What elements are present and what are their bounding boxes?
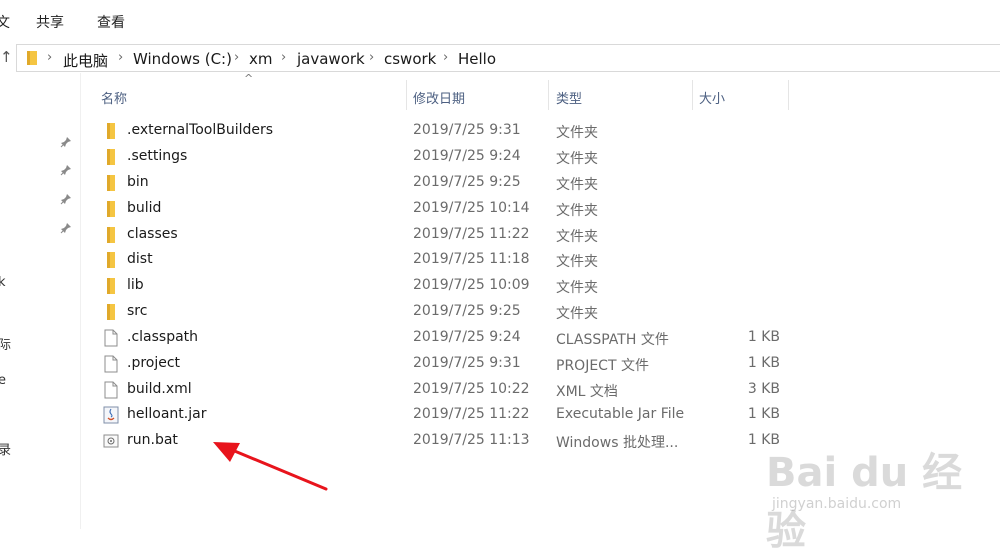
watermark-url: jingyan.baidu.com: [772, 496, 902, 512]
breadcrumb-hello[interactable]: Hello: [458, 50, 496, 68]
folder-icon: [107, 149, 115, 165]
bat-icon: [103, 434, 119, 448]
file-row[interactable]: src 2019/7/25 9:25 文件夹: [96, 299, 796, 325]
file-icon: [104, 381, 118, 399]
folder-icon: [27, 51, 37, 65]
folder-icon: [107, 175, 115, 191]
breadcrumb-this-pc[interactable]: 此电脑: [63, 50, 108, 71]
folder-icon: [107, 278, 115, 294]
chevron-right-icon[interactable]: ›: [443, 50, 448, 65]
baidu-watermark: Bai du 经验 jingyan.baidu.com: [766, 440, 996, 554]
folder-icon: [107, 123, 115, 139]
pin-icon[interactable]: [60, 193, 72, 205]
column-header-name[interactable]: 名称: [96, 82, 406, 110]
pin-icon[interactable]: [60, 136, 72, 148]
chevron-right-icon[interactable]: ›: [234, 50, 239, 65]
file-row[interactable]: run.bat 2019/7/25 11:13 Windows 批处理... 1…: [96, 428, 796, 454]
nav-item-fragment[interactable]: k: [0, 275, 6, 290]
file-row[interactable]: .settings 2019/7/25 9:24 文件夹: [96, 144, 796, 170]
chevron-right-icon[interactable]: ›: [281, 50, 286, 65]
folder-icon: [107, 252, 115, 268]
file-row[interactable]: bulid 2019/7/25 10:14 文件夹: [96, 196, 796, 222]
file-icon: [104, 355, 118, 373]
ribbon: 文 共享 查看: [0, 0, 1000, 43]
file-row[interactable]: helloant.jar 2019/7/25 11:22 Executable …: [96, 402, 796, 428]
file-row[interactable]: .externalToolBuilders 2019/7/25 9:31 文件夹: [96, 118, 796, 144]
column-header-size[interactable]: 大小: [692, 82, 788, 110]
navigation-pane: k 际 e 录: [0, 73, 81, 529]
tab-share[interactable]: 共享: [36, 12, 64, 32]
pin-icon[interactable]: [60, 222, 72, 234]
file-row[interactable]: classes 2019/7/25 11:22 文件夹: [96, 222, 796, 248]
breadcrumb-cswork[interactable]: cswork: [384, 50, 436, 68]
chevron-right-icon[interactable]: ›: [118, 50, 123, 65]
file-row[interactable]: build.xml 2019/7/25 10:22 XML 文档 3 KB: [96, 377, 796, 403]
breadcrumb-drive[interactable]: Windows (C:): [133, 50, 232, 68]
chevron-right-icon[interactable]: ›: [369, 50, 374, 65]
address-bar[interactable]: › 此电脑 › Windows (C:) › xm › javawork › c…: [16, 44, 1000, 72]
folder-icon: [107, 304, 115, 320]
pin-icon[interactable]: [60, 164, 72, 176]
tab-file[interactable]: 文: [0, 12, 10, 32]
nav-item-fragment[interactable]: e: [0, 373, 6, 388]
column-header-date[interactable]: 修改日期: [406, 82, 548, 110]
tab-view[interactable]: 查看: [97, 12, 125, 32]
folder-icon: [107, 227, 115, 243]
file-row[interactable]: .classpath 2019/7/25 9:24 CLASSPATH 文件 1…: [96, 325, 796, 351]
file-row[interactable]: bin 2019/7/25 9:25 文件夹: [96, 170, 796, 196]
nav-item-fragment[interactable]: 际: [0, 334, 11, 353]
file-icon: [104, 329, 118, 347]
jar-icon: [103, 406, 119, 424]
breadcrumb-javawork[interactable]: javawork: [297, 50, 365, 68]
file-row[interactable]: .project 2019/7/25 9:31 PROJECT 文件 1 KB: [96, 351, 796, 377]
folder-icon: [107, 201, 115, 217]
column-header-type[interactable]: 类型: [548, 82, 692, 110]
nav-item-fragment[interactable]: 录: [0, 439, 11, 458]
column-divider[interactable]: [788, 80, 789, 110]
chevron-right-icon[interactable]: ›: [47, 50, 52, 65]
file-row[interactable]: dist 2019/7/25 11:18 文件夹: [96, 247, 796, 273]
breadcrumb-xm[interactable]: xm: [249, 50, 273, 68]
file-row[interactable]: lib 2019/7/25 10:09 文件夹: [96, 273, 796, 299]
up-arrow-icon[interactable]: ↑: [0, 48, 13, 66]
address-row: ↑ › 此电脑 › Windows (C:) › xm › javawork ›…: [0, 42, 1000, 73]
